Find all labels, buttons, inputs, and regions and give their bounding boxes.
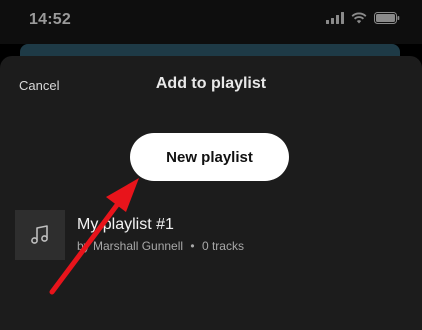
wifi-icon — [351, 12, 367, 24]
playlist-meta: by Marshall Gunnell • 0 tracks — [77, 239, 244, 253]
new-playlist-button[interactable]: New playlist — [130, 133, 289, 181]
music-note-icon — [31, 225, 48, 244]
playlist-owner: by Marshall Gunnell — [77, 239, 184, 253]
status-time: 14:52 — [29, 11, 71, 28]
playlist-item[interactable]: My playlist #1 by Marshall Gunnell • 0 t… — [15, 210, 407, 260]
battery-icon — [374, 12, 400, 24]
playlist-track-count: 0 tracks — [201, 239, 244, 253]
status-bar: 14:52 — [0, 0, 422, 44]
sheet-title: Add to playlist — [155, 75, 267, 92]
add-to-playlist-sheet — [0, 56, 422, 330]
meta-separator: • — [190, 239, 195, 253]
cellular-signal-icon — [326, 12, 344, 24]
playlist-cover — [15, 210, 65, 260]
status-icons — [326, 12, 400, 24]
playlist-title: My playlist #1 — [77, 216, 174, 233]
